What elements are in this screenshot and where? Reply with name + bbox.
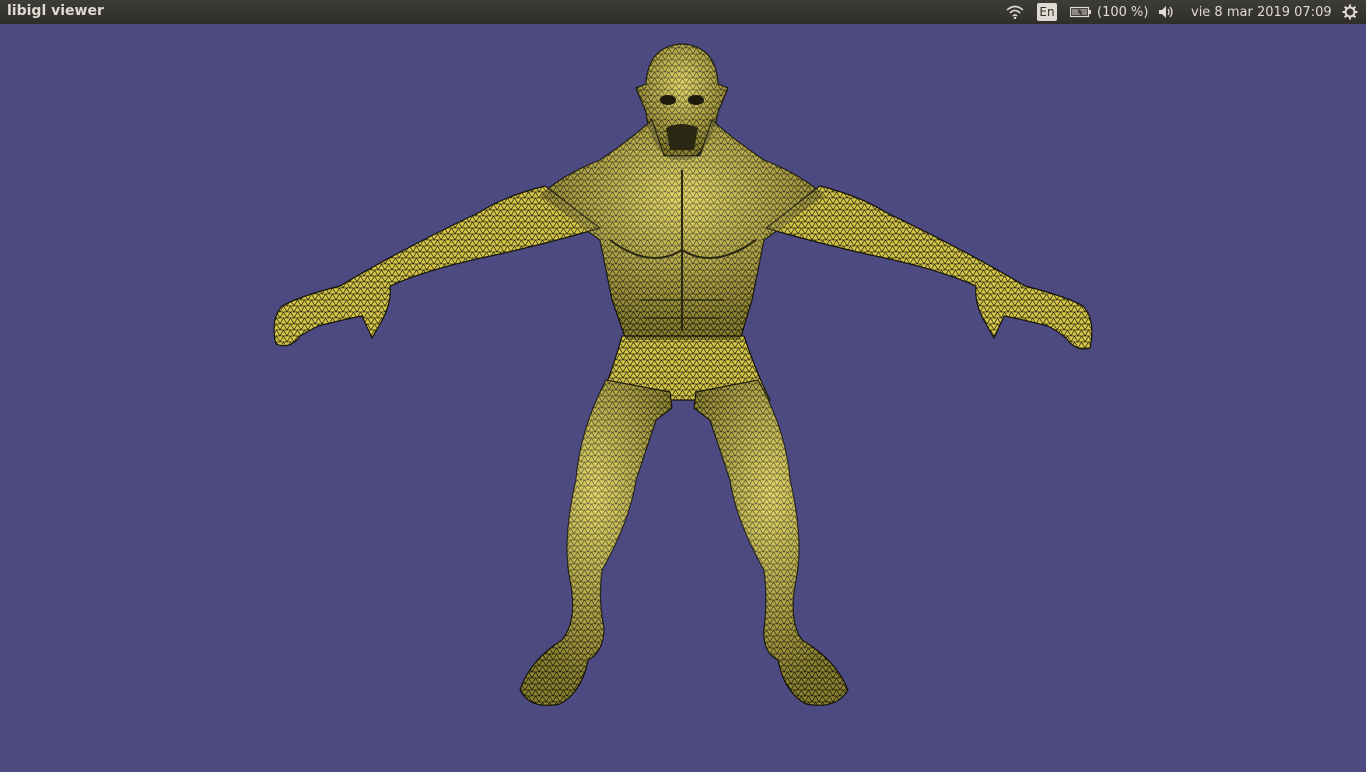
battery-percent[interactable]: (100 %) [1097,0,1148,24]
app-title: libigl viewer [7,3,104,19]
battery-icon[interactable] [1069,0,1093,24]
keyboard-layout-indicator[interactable]: En [1037,3,1057,21]
ogre-mesh [273,43,1093,706]
top-panel: libigl viewer En (100 %) vie 8 mar 2019 … [0,0,1366,24]
wifi-icon[interactable] [1004,0,1026,24]
datetime[interactable]: vie 8 mar 2019 07:09 [1191,0,1332,24]
mesh-render[interactable] [0,24,1366,768]
3d-viewport[interactable] [0,24,1366,768]
gear-icon[interactable] [1340,0,1360,24]
volume-icon[interactable] [1157,0,1177,24]
